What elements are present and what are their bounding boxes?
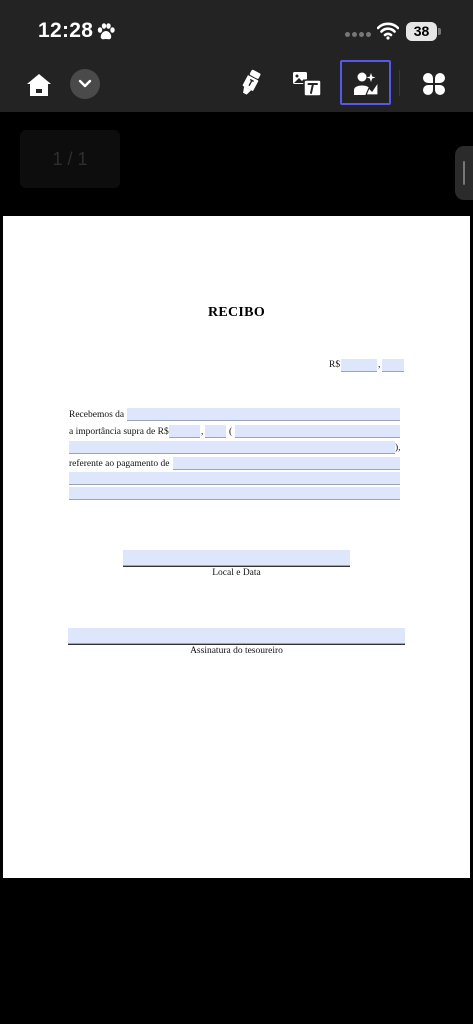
ocr-button[interactable] — [290, 69, 324, 99]
page-indicator: 1 / 1 — [20, 130, 120, 188]
reference-field[interactable] — [173, 457, 400, 470]
chevron-down-icon — [78, 79, 92, 88]
battery-icon: 38 — [406, 22, 437, 41]
highlight-button[interactable] — [236, 68, 264, 100]
paren-open: ( — [229, 427, 233, 437]
toolbar-divider — [399, 70, 400, 96]
battery-tip — [438, 28, 441, 35]
amount-supra-cents-field[interactable] — [205, 425, 226, 438]
scroll-handle[interactable] — [455, 146, 473, 200]
marker-icon — [242, 69, 261, 95]
toolbar — [0, 60, 473, 112]
document-title: RECIBO — [207, 305, 266, 320]
amount-reais-field[interactable] — [341, 359, 377, 372]
grid-icon — [423, 73, 445, 95]
wifi-icon — [377, 22, 399, 40]
amount-cents-field[interactable] — [382, 359, 404, 372]
home-icon — [27, 74, 51, 96]
reference-field-3[interactable] — [69, 487, 400, 500]
amount-words-field-2[interactable] — [69, 441, 395, 454]
paren-close: ), — [395, 443, 401, 453]
ai-image-button[interactable] — [340, 60, 391, 105]
signature-line — [68, 644, 405, 645]
signature-label: Assinatura do tesoureiro — [190, 646, 283, 656]
paw-icon — [97, 23, 115, 40]
amount-supra-comma: , — [201, 427, 204, 437]
document-viewer[interactable]: 1 / 1 RECIBO R$ , Recebemos da a importâ… — [0, 112, 473, 1024]
dropdown-button[interactable] — [70, 69, 100, 99]
status-time: 12:28 — [38, 19, 94, 42]
place-date-label: Local e Data — [212, 568, 261, 578]
signal-icon — [345, 28, 371, 40]
document-page: RECIBO R$ , Recebemos da a importância s… — [3, 216, 470, 878]
reference-field-2[interactable] — [69, 472, 400, 485]
place-date-field[interactable] — [123, 550, 350, 566]
received-from-label: Recebemos da — [69, 410, 125, 420]
reference-label: referente ao pagamento de — [69, 459, 170, 469]
amount-words-field[interactable] — [235, 425, 400, 438]
received-from-field[interactable] — [127, 408, 400, 421]
amount-prefix: R$ — [329, 360, 341, 370]
apps-button[interactable] — [420, 70, 448, 98]
status-bar: 12:28 38 — [0, 0, 473, 60]
ai-image-icon — [353, 72, 379, 96]
place-date-line — [123, 566, 350, 567]
amount-label: a importância supra de R$ — [69, 427, 169, 437]
home-button[interactable] — [23, 68, 55, 102]
signature-field[interactable] — [68, 628, 405, 644]
ocr-text-icon — [293, 72, 322, 97]
amount-supra-reais-field[interactable] — [169, 425, 200, 438]
amount-comma: , — [378, 360, 381, 370]
